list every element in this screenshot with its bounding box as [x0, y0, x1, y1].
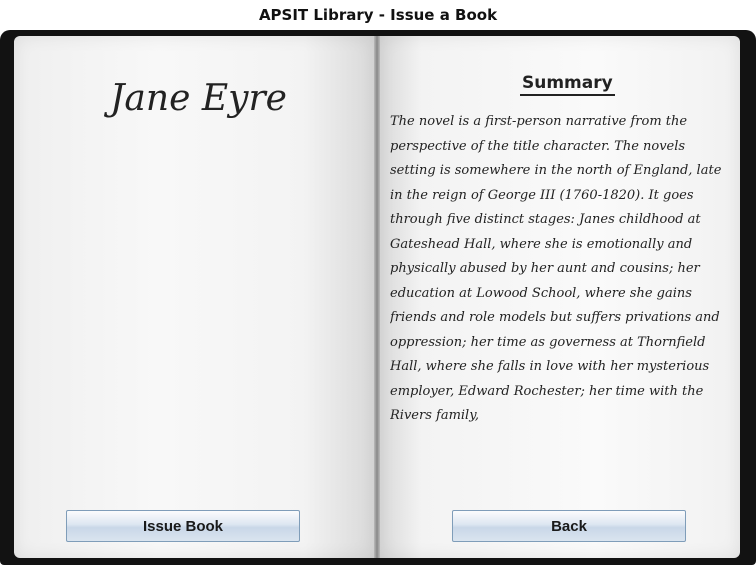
book-spine [374, 36, 380, 558]
summary-heading: Summary [520, 73, 615, 96]
window-title: APSIT Library - Issue a Book [0, 0, 756, 30]
book-title: Jane Eyre [110, 78, 287, 119]
issue-book-button[interactable]: Issue Book [66, 510, 300, 542]
back-button[interactable]: Back [452, 510, 686, 542]
summary-text: The novel is a first-person narrative fr… [390, 114, 722, 423]
